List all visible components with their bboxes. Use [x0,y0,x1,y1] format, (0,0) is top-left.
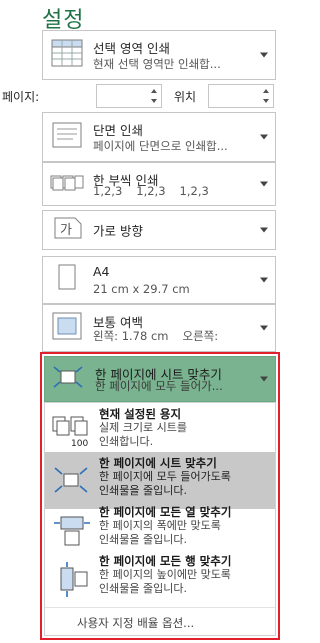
menu-item-fit-rows[interactable]: 한 페이지에 모든 행 맞추기 한 페이지의 높이에만 맞도록 인쇄물을 줄입니… [45,550,275,607]
chevron-down-icon [260,325,268,331]
sides-title: 단면 인쇄 [93,123,143,138]
menu-item-desc: 한 페이지의 높이에만 맞도록 인쇄물을 줄입니다. [99,568,231,596]
menu-item-desc-line: 한 페이지에 모두 들어가도록 [99,470,231,483]
custom-scaling-options-link[interactable]: 사용자 지정 배율 옵션... [45,607,275,635]
pages-label: 페이지: [2,90,40,104]
menu-item-title: 한 페이지에 모든 행 맞추기 [99,554,232,568]
collated-pages-icon [49,170,85,198]
one-sided-print-icon [49,120,85,154]
chevron-down-icon [260,181,268,187]
spin-up-icon[interactable] [151,89,157,93]
collation-sequence: 1,2,3 1,2,3 1,2,3 [93,184,209,198]
landscape-orientation-icon: 가 [49,215,85,245]
pages-range-row: 페이지: 위치 [2,84,276,108]
sides-subtitle: 페이지에 단면으로 인쇄합... [93,139,228,153]
actual-size-icon-label: 100 [71,439,88,449]
menu-item-desc-line: 한 페이지의 높이에만 맞도록 [99,568,231,581]
menu-item-title: 한 페이지에 시트 맞추기 [99,456,217,470]
menu-item-desc: 한 페이지의 폭에만 맞도록 인쇄물을 줄입니다. [99,519,221,547]
menu-item-desc-line: 인쇄합니다. [99,435,154,448]
collation-seq: 1,2,3 [136,184,166,198]
margins-icon [49,311,85,345]
collation-seq: 1,2,3 [93,184,123,198]
orientation-dropdown[interactable]: 가 가로 방향 [42,210,276,250]
spin-up-icon[interactable] [263,89,269,93]
chevron-down-icon [260,227,268,233]
sides-dropdown[interactable]: 단면 인쇄 페이지에 단면으로 인쇄합... [42,112,276,162]
menu-item-desc: 실제 크기로 시트를 인쇄합니다. [99,421,187,449]
menu-item-desc-line: 인쇄물을 줄입니다. [99,484,187,497]
fit-sheet-icon [51,464,91,500]
chevron-down-icon [260,277,268,283]
print-area-dropdown[interactable]: 선택 영역 인쇄 현재 선택 영역만 인쇄합... [42,30,276,80]
scaling-menu: 100 현재 설정된 용지 실제 크기로 시트를 인쇄합니다. 한 페이지에 시… [44,402,276,636]
print-area-title: 선택 영역 인쇄 [93,41,170,56]
paper-title: A4 [93,264,110,279]
chevron-down-icon [260,134,268,140]
margins-values: 왼쪽: 1.78 cm 오른쪽: [93,328,218,344]
orientation-title: 가로 방향 [93,223,143,239]
menu-item-desc-line: 인쇄물을 줄입니다. [99,582,187,595]
menu-item-title: 현재 설정된 용지 [99,407,182,421]
pages-from-stepper[interactable] [96,84,162,108]
fit-rows-icon [51,562,91,602]
spin-down-icon[interactable] [263,99,269,103]
scaling-dropdown[interactable]: 한 페이지에 시트 맞추기 한 페이지에 모두 들어가... [44,356,276,402]
menu-item-desc-line: 한 페이지의 폭에만 맞도록 [99,519,221,532]
scaling-subtitle: 한 페이지에 모두 들어가... [95,379,223,393]
margin-right-value: 오른쪽: [182,329,219,343]
chevron-down-icon [260,376,268,382]
paper-dimensions: 21 cm x 29.7 cm [93,282,190,296]
fit-columns-icon [51,513,91,551]
collation-dropdown[interactable]: 한 부씩 인쇄 1,2,3 1,2,3 1,2,3 [42,162,276,206]
pages-to-label: 위치 [174,90,197,104]
chevron-down-icon [260,52,268,58]
actual-size-icon: 100 [51,415,91,453]
menu-item-title: 한 페이지에 모든 열 맞추기 [99,505,232,519]
margins-dropdown[interactable]: 보통 여백 왼쪽: 1.78 cm 오른쪽: [42,304,276,352]
orientation-glyph: 가 [60,223,72,238]
menu-item-desc-line: 인쇄물을 줄입니다. [99,533,187,546]
spin-down-icon[interactable] [151,99,157,103]
fit-sheet-icon [51,363,85,395]
paper-size-dropdown[interactable]: A4 21 cm x 29.7 cm [42,256,276,304]
menu-item-desc: 한 페이지에 모두 들어가도록 인쇄물을 줄입니다. [99,470,231,498]
paper-size-icon [49,263,85,297]
pages-to-stepper[interactable] [208,84,274,108]
print-area-grid-icon [49,38,85,72]
collation-seq: 1,2,3 [179,184,209,198]
margin-left-value: 왼쪽: 1.78 cm [93,329,169,343]
menu-item-desc-line: 실제 크기로 시트를 [99,421,187,434]
print-area-subtitle: 현재 선택 영역만 인쇄합... [93,57,221,71]
